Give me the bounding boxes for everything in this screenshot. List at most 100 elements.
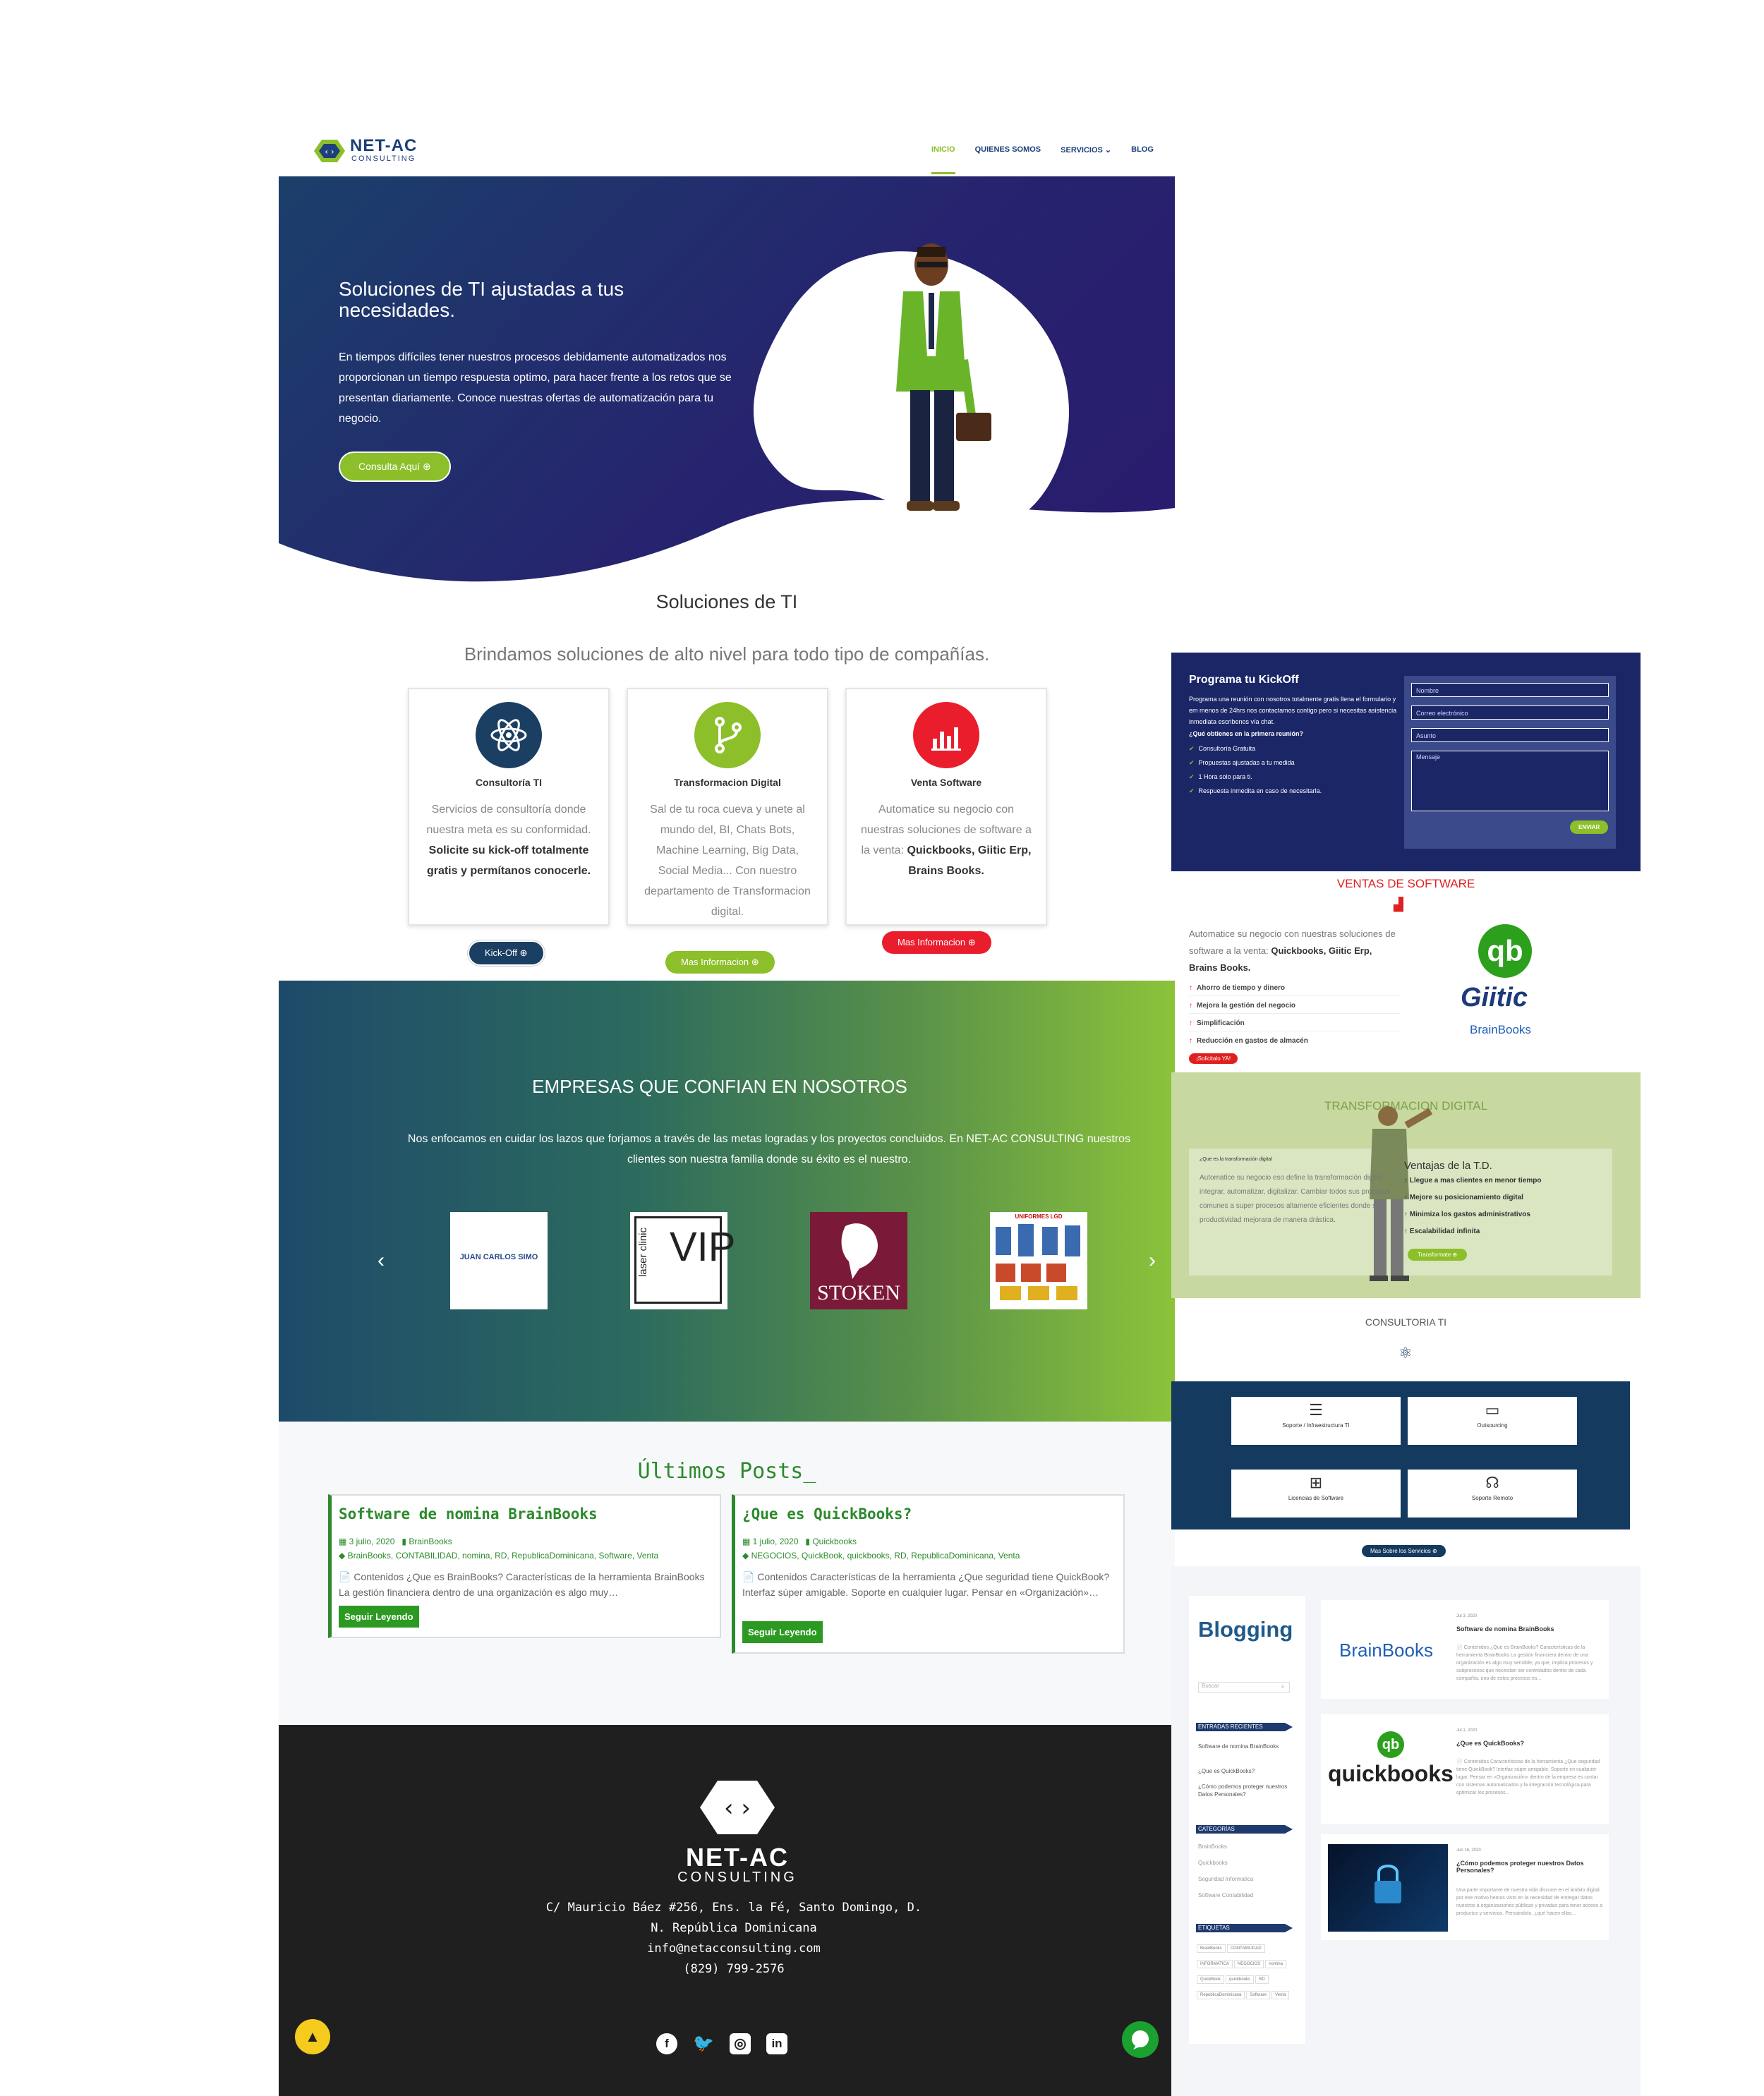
- ventas-item: ↑ Mejora la gestión del negocio: [1189, 1002, 1401, 1014]
- search-icon[interactable]: ⌕: [1281, 1683, 1284, 1690]
- post-title[interactable]: ¿Que es QuickBooks?: [742, 1506, 912, 1522]
- solutions-title: Soluciones de TI: [656, 591, 798, 612]
- brand-juan-carlos-simo: JUAN CARLOS SIMO: [450, 1212, 548, 1309]
- recent-post-link[interactable]: Software de nomina BrainBooks: [1198, 1743, 1290, 1750]
- main-nav: INICIO QUIENES SOMOS SERVICIOS ⌄ BLOG: [931, 145, 1154, 174]
- quickbooks-logo: qb: [1478, 924, 1532, 978]
- send-button[interactable]: ENVIAR: [1570, 820, 1609, 834]
- footer-email[interactable]: info@netacconsulting.com: [508, 1939, 960, 1959]
- nav-quienes-somos[interactable]: QUIENES SOMOS: [975, 145, 1041, 174]
- transformacion-body: Automatice su negocio eso define la tran…: [1200, 1174, 1391, 1224]
- message-field[interactable]: Mensaje: [1411, 751, 1609, 811]
- read-more-button[interactable]: Seguir Leyendo: [339, 1606, 419, 1628]
- tag-link[interactable]: quickbooks: [1226, 1975, 1255, 1984]
- nav-blog[interactable]: BLOG: [1131, 145, 1154, 174]
- tag-link[interactable]: Software: [1246, 1991, 1271, 1999]
- ventas-item: ↑ Ahorro de tiempo y dinero: [1189, 984, 1401, 996]
- padlock-image: [1328, 1844, 1448, 1932]
- linkedin-icon[interactable]: in: [766, 2033, 787, 2054]
- post-card[interactable]: ¿Que es QuickBooks? ▦ 1 julio, 2020 ▮ Qu…: [732, 1494, 1125, 1654]
- windows-icon: ⊞: [1309, 1474, 1323, 1491]
- footer-logo-icon: ‹ ›: [700, 1781, 775, 1834]
- blog-post-card[interactable]: qb quickbooks Jul 1, 2020 ¿Que es QuickB…: [1321, 1714, 1609, 1824]
- service-card[interactable]: ⊞ Licencias de Software: [1231, 1470, 1401, 1518]
- rocket-icon[interactable]: ▲: [295, 2019, 330, 2054]
- service-card[interactable]: ☰ Soporte / Infraestructura TI: [1231, 1397, 1401, 1445]
- check-icon: ✔: [1189, 745, 1195, 752]
- mas-sobre-servicios-button[interactable]: Mas Sobre los Servicios ⊕: [1362, 1545, 1446, 1557]
- carousel-next-icon[interactable]: ›: [1149, 1249, 1156, 1273]
- bookmark-icon: ▮: [401, 1537, 409, 1546]
- tag-link[interactable]: QuickBook: [1197, 1975, 1225, 1984]
- service-card[interactable]: ☊ Soporte Remoto: [1408, 1470, 1577, 1518]
- calendar-icon: ▦: [742, 1537, 753, 1546]
- blog-post-card[interactable]: BrainBooks Jul 3, 2020 Software de nomin…: [1321, 1600, 1609, 1699]
- transformate-button[interactable]: Transformate ⊕: [1408, 1249, 1468, 1261]
- instagram-icon[interactable]: ◎: [730, 2033, 751, 2054]
- bar-chart-icon: [913, 702, 979, 768]
- post-title[interactable]: Software de nomina BrainBooks: [339, 1506, 598, 1522]
- logo-text[interactable]: NET-AC: [350, 138, 417, 155]
- posts-title: Últimos Posts_: [637, 1459, 816, 1484]
- kickoff-item: ✔ Consultoría Gratuita: [1189, 745, 1256, 752]
- footer-phone[interactable]: (829) 799-2576: [508, 1959, 960, 1980]
- kickoff-item: ✔ Propuestas ajustadas a tu medida: [1189, 759, 1295, 766]
- blog-post-card[interactable]: Jun 16, 2020 ¿Cómo podemos proteger nues…: [1321, 1834, 1609, 1940]
- tag-link[interactable]: BrainBooks: [1197, 1944, 1226, 1953]
- svg-text:‹ ›: ‹ ›: [724, 1794, 751, 1822]
- brand-laser-clinic: VIP laser clinic: [630, 1212, 736, 1309]
- netac-logo-icon[interactable]: ‹ ›: [314, 138, 345, 164]
- blog-title: Blogging: [1198, 1617, 1293, 1642]
- mas-informacion-venta-button[interactable]: Mas Informacion ⊕: [882, 931, 991, 954]
- service-card[interactable]: ▭ Outsourcing: [1408, 1397, 1577, 1445]
- ventas-body: Automatice su negocio con nuestras soluc…: [1189, 928, 1396, 973]
- tag-link[interactable]: NEGOCIOS: [1233, 1960, 1264, 1968]
- kickoff-body: Programa una reunión con nosotros totalm…: [1189, 696, 1397, 725]
- facebook-icon[interactable]: f: [656, 2033, 677, 2054]
- kickoff-item: ✔ Respuesta inmedita en caso de necesitar…: [1189, 787, 1322, 794]
- read-more-button[interactable]: Seguir Leyendo: [742, 1621, 823, 1643]
- hero-body: En tiempos difíciles tener nuestros proc…: [339, 351, 732, 425]
- post-title[interactable]: Software de nomina BrainBooks: [1456, 1625, 1597, 1632]
- recent-post-link[interactable]: ¿Cómo podemos proteger nuestros Datos Pe…: [1198, 1783, 1290, 1798]
- carousel-prev-icon[interactable]: ‹: [377, 1249, 385, 1273]
- category-link[interactable]: Seguridad Informatica: [1198, 1875, 1290, 1883]
- nav-inicio[interactable]: INICIO: [931, 145, 955, 174]
- tag-link[interactable]: Venta: [1271, 1991, 1290, 1999]
- card-text: Sal de tu roca cueva y unete al mundo de…: [644, 804, 811, 918]
- search-input[interactable]: Buscar: [1198, 1682, 1290, 1693]
- category-link[interactable]: Quickbooks: [1198, 1859, 1290, 1867]
- ventas-item: ↑ Reducción en gastos de almacén: [1189, 1037, 1308, 1045]
- quickbooks-image: qb quickbooks: [1328, 1728, 1454, 1799]
- tag-link[interactable]: RepublicaDominicana: [1197, 1991, 1245, 1999]
- consulta-button[interactable]: Consulta Aquí ⊕: [339, 452, 451, 482]
- solicitalo-button[interactable]: ¡Solicitalo YA!: [1189, 1053, 1238, 1064]
- post-title[interactable]: ¿Cómo podemos proteger nuestros Datos Pe…: [1456, 1860, 1597, 1874]
- calendar-icon: ▦: [339, 1537, 349, 1546]
- server-icon: ☰: [1309, 1401, 1323, 1419]
- category-link[interactable]: BrainBooks: [1198, 1843, 1290, 1850]
- ventas-title: VENTAS DE SOFTWARE: [1336, 877, 1475, 890]
- brand-uniformes: UNIFORMES LGD: [990, 1212, 1087, 1309]
- name-field[interactable]: Nombre: [1411, 683, 1609, 697]
- category-link[interactable]: Software Contabilidad: [1198, 1891, 1290, 1899]
- clients-title: EMPRESAS QUE CONFIAN EN NOSOTROS: [532, 1076, 907, 1097]
- nav-servicios[interactable]: SERVICIOS ⌄: [1061, 145, 1111, 174]
- tag-link[interactable]: RD: [1255, 1975, 1269, 1984]
- svg-text:‹ ›: ‹ ›: [325, 147, 334, 157]
- mas-informacion-transformacion-button[interactable]: Mas Informacion ⊕: [665, 951, 775, 974]
- post-title[interactable]: ¿Que es QuickBooks?: [1456, 1740, 1597, 1747]
- chat-bubble-icon[interactable]: [1122, 2021, 1159, 2058]
- post-card[interactable]: Software de nomina BrainBooks ▦ 3 julio,…: [328, 1494, 721, 1638]
- ventaja-item: ↑ Mejore su posicionamiento digital: [1404, 1194, 1523, 1201]
- email-field[interactable]: Correo electrónico: [1411, 705, 1609, 720]
- check-icon: ✔: [1189, 773, 1195, 780]
- tag-link[interactable]: CONTABILIDAD: [1226, 1944, 1265, 1953]
- kick-off-button[interactable]: Kick-Off ⊕: [468, 940, 545, 966]
- twitter-icon[interactable]: 🐦: [693, 2033, 714, 2054]
- tag-link[interactable]: nomina: [1265, 1960, 1286, 1968]
- recent-post-link[interactable]: ¿Que es QuickBooks?: [1198, 1767, 1290, 1775]
- subject-field[interactable]: Asunto: [1411, 728, 1609, 742]
- tag-link[interactable]: INFORMATICA: [1197, 1960, 1233, 1968]
- ventas-item: ↑ Simplificación: [1189, 1019, 1401, 1031]
